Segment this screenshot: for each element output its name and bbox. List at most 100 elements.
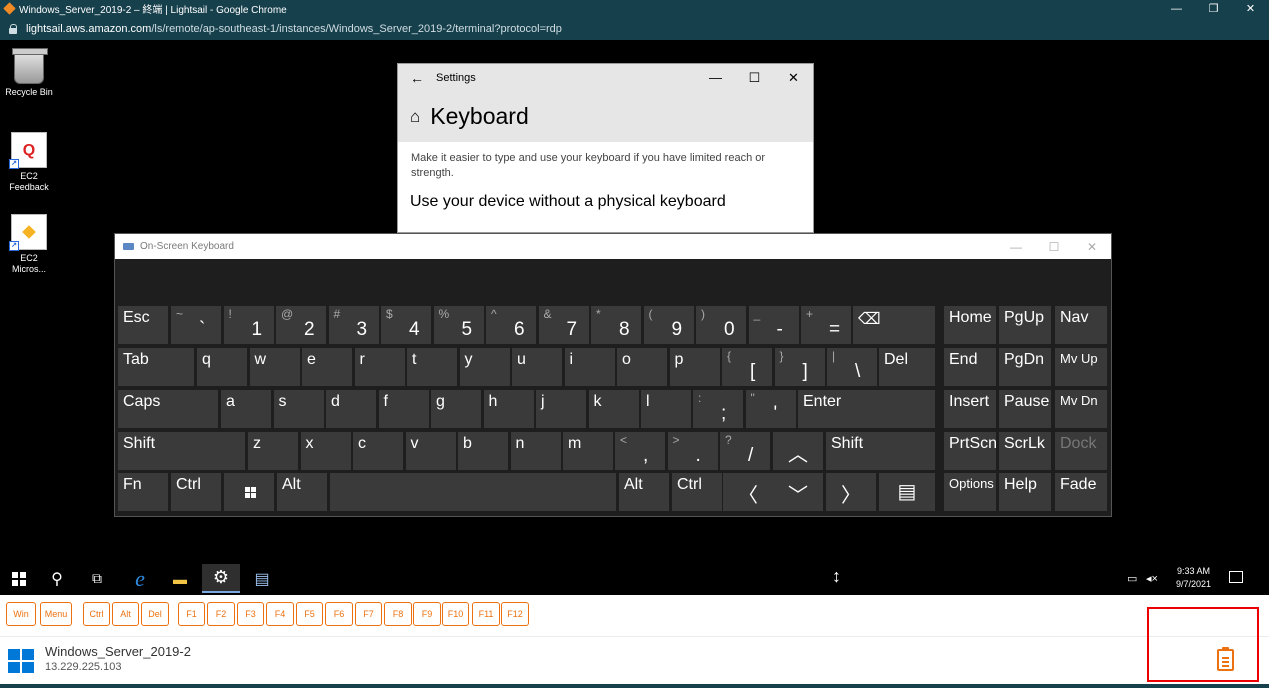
send-key-f9-button[interactable]: F9 [413,602,441,626]
key-bracket-0[interactable]: {[ [722,348,772,386]
send-key-f6-button[interactable]: F6 [325,602,353,626]
osk-maximize-button[interactable]: ☐ [1035,240,1073,254]
key-arrow-up[interactable]: ︿ [773,432,823,470]
key-j[interactable]: j [536,390,586,428]
key-z[interactable]: z [248,432,298,470]
server-manager-icon[interactable]: ▤ [243,564,281,593]
key-home[interactable]: Home [944,306,996,344]
key-mvdn[interactable]: Mv Dn [1055,390,1107,428]
send-key-f5-button[interactable]: F5 [296,602,323,626]
key-d[interactable]: d [326,390,376,428]
send-key-f7-button[interactable]: F7 [355,602,382,626]
send-key-win-button[interactable]: Win [6,602,36,626]
key-num-11[interactable]: _ - [748,306,799,344]
key-end[interactable]: End [944,348,996,386]
settings-close-button[interactable]: ✕ [774,70,813,86]
key-num-9[interactable]: (9 [643,306,694,344]
home-icon[interactable]: ⌂ [410,107,420,127]
key-options[interactable]: Options [944,473,996,511]
desktop-icon-ec2-microsoft[interactable]: ↗ EC2 Micros... [1,214,57,275]
key-y[interactable]: y [459,348,510,386]
volume-muted-icon[interactable]: ◂× [1146,572,1158,585]
key-w[interactable]: w [249,348,300,386]
key-v[interactable]: v [405,432,456,470]
browser-minimize-button[interactable]: — [1158,3,1195,15]
key-scrlk[interactable]: ScrLk [999,432,1051,470]
key-backspace[interactable]: ⌫ [853,306,935,344]
key-a[interactable]: a [221,390,271,428]
send-key-alt-button[interactable]: Alt [112,602,139,626]
address-bar[interactable]: lightsail.aws.amazon.com/ls/remote/ap-so… [0,17,1269,40]
key-shift-left[interactable]: Shift [118,432,245,470]
settings-maximize-button[interactable]: ☐ [735,70,774,86]
key-bracket-2[interactable]: | \ [827,348,877,386]
send-key-ctrl-button[interactable]: Ctrl [83,602,110,626]
osk-close-button[interactable]: ✕ [1073,240,1111,254]
key-mvup[interactable]: Mv Up [1055,348,1107,386]
key-arrow-left[interactable]: 〈 [723,473,773,511]
key-arrow-down[interactable]: ﹀ [773,473,823,511]
key-e[interactable]: e [302,348,352,386]
key-alt-right[interactable]: Alt [619,473,669,511]
key-p[interactable]: p [669,348,720,386]
key-num-2[interactable]: @2 [276,306,326,344]
key-ctrl-right[interactable]: Ctrl [672,473,722,511]
key-num-6[interactable]: ^ 6 [486,306,536,344]
file-explorer-icon[interactable]: ▬ [161,564,199,593]
start-button[interactable] [0,564,38,593]
taskbar-clock[interactable]: 9:33 AM 9/7/2021 [1176,565,1211,591]
key-i[interactable]: i [564,348,615,386]
send-key-f2-button[interactable]: F2 [207,602,235,626]
key-bracket-1[interactable]: }] [774,348,825,386]
remote-desktop[interactable]: Recycle Bin Q ↗ EC2 Feedback ↗ EC2 Micros… [0,40,1269,595]
key-num-3[interactable]: #3 [328,306,379,344]
desktop-icon-recycle-bin[interactable]: Recycle Bin [1,48,57,98]
key-num-5[interactable]: % 5 [433,306,484,344]
key-k[interactable]: k [588,390,639,428]
browser-restore-button[interactable]: ❐ [1195,2,1232,15]
key-arrow-right[interactable]: 〉 [826,473,876,511]
browser-close-button[interactable]: ✕ [1232,2,1269,15]
key-m[interactable]: m [563,432,613,470]
key-dock[interactable]: Dock [1055,432,1107,470]
key-fn[interactable]: Fn [118,473,168,511]
key-comma-0[interactable]: <, [615,432,665,470]
clipboard-icon[interactable] [1217,647,1234,671]
task-view-icon[interactable]: ⧉ [78,564,116,593]
key-tab[interactable]: Tab [118,348,194,386]
key-del[interactable]: Del [879,348,935,386]
key-num-1[interactable]: ! 1 [223,306,274,344]
key-c[interactable]: c [353,432,403,470]
key-caps[interactable]: Caps [118,390,218,428]
key-n[interactable]: n [510,432,561,470]
key-u[interactable]: u [512,348,562,386]
key-punct-1[interactable]: " ' [745,390,796,428]
key-comma-2[interactable]: ? / [720,432,770,470]
key-fade[interactable]: Fade [1055,473,1107,511]
notification-icon[interactable] [1229,571,1243,583]
osk-minimize-button[interactable]: — [997,240,1035,254]
key-o[interactable]: o [617,348,667,386]
key-alt-left[interactable]: Alt [277,473,327,511]
send-key-f12-button[interactable]: F12 [501,602,529,626]
network-icon[interactable]: ▭ [1127,572,1137,585]
key-l[interactable]: l [641,390,691,428]
key-prtscn[interactable]: PrtScn [944,432,997,470]
send-key-f10-button[interactable]: F10 [442,602,469,626]
key-shift-right[interactable]: Shift [826,432,935,470]
send-key-del-button[interactable]: Del [141,602,169,626]
key-x[interactable]: x [300,432,351,470]
key-num-8[interactable]: * 8 [591,306,641,344]
key-t[interactable]: t [407,348,457,386]
key-h[interactable]: h [483,390,534,428]
key-esc[interactable]: Esc [118,306,168,344]
send-key-f4-button[interactable]: F4 [266,602,294,626]
key-nav[interactable]: Nav [1055,306,1107,344]
key-punct-0[interactable]: :; [693,390,743,428]
settings-taskbar-icon[interactable]: ⚙ [202,564,240,593]
key-space[interactable] [330,473,616,511]
key-pgup[interactable]: PgUp [999,306,1051,344]
key-enter[interactable]: Enter [798,390,935,428]
key-windows[interactable] [224,473,274,511]
key-b[interactable]: b [458,432,508,470]
